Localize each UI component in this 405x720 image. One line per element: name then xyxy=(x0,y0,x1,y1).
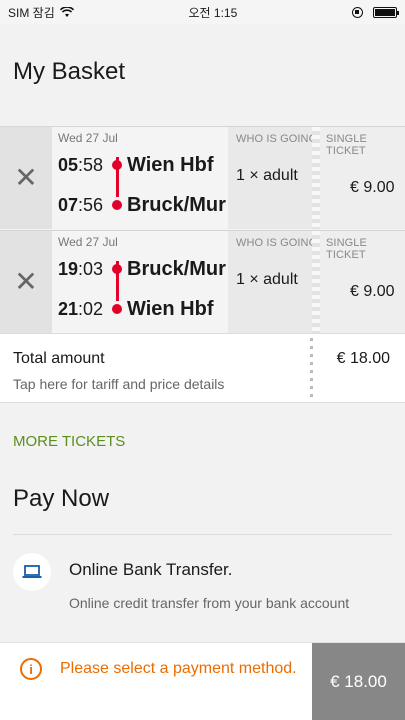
arrival-station: Bruck/Mur xyxy=(127,193,226,216)
ticket-card: ✕ Wed 27 Jul 19:03 Bruck/Mur 21:02 Wien … xyxy=(0,230,405,333)
remove-ticket-button[interactable]: ✕ xyxy=(0,127,52,229)
travel-date: Wed 27 Jul xyxy=(58,235,118,249)
battery-level xyxy=(375,8,395,16)
clock: 오전 1:15 xyxy=(188,5,238,20)
more-tickets-link[interactable]: MORE TICKETS xyxy=(0,403,405,467)
total-label: Total amount xyxy=(13,350,105,367)
checkout-footer: i Please select a payment method. € 18.0… xyxy=(0,642,405,720)
arrival-station: Wien Hbf xyxy=(127,297,214,320)
ticket-price: € 9.00 xyxy=(350,283,395,300)
passenger-info: WHO IS GOING 1 × adult xyxy=(228,127,312,229)
passenger-count: 1 × adult xyxy=(236,271,298,288)
total-amount-row[interactable]: Total amount Tap here for tariff and pri… xyxy=(0,333,405,403)
passenger-count: 1 × adult xyxy=(236,167,298,184)
tariff-details-link[interactable]: Tap here for tariff and price details xyxy=(13,376,392,392)
carrier-label: SIM 잠김 xyxy=(8,5,55,20)
ticket-type-header: SINGLE TICKET xyxy=(326,133,367,157)
route-line xyxy=(116,261,119,301)
ticket-type-header: SINGLE TICKET xyxy=(326,237,367,261)
journey-info: Wed 27 Jul 19:03 Bruck/Mur 21:02 Wien Hb… xyxy=(52,231,228,333)
ticket-price-info: SINGLE TICKET € 9.00 xyxy=(320,127,405,229)
who-header: WHO IS GOING xyxy=(236,237,312,249)
payment-option-bank-transfer[interactable]: Online Bank Transfer. Online credit tran… xyxy=(0,535,405,637)
page-title: My Basket xyxy=(13,58,126,85)
passenger-info: WHO IS GOING 1 × adult xyxy=(228,231,312,333)
payment-option-title: Online Bank Transfer. xyxy=(69,560,233,579)
info-icon: i xyxy=(20,658,42,680)
remove-ticket-button[interactable]: ✕ xyxy=(0,231,52,333)
ticket-price: € 9.00 xyxy=(350,179,395,196)
departure-station: Wien Hbf xyxy=(127,153,214,176)
departure-time: 19:03 xyxy=(58,258,104,279)
payment-warning: i Please select a payment method. xyxy=(0,643,312,720)
total-amount-value: € 18.00 xyxy=(336,350,390,367)
ticket-price-info: SINGLE TICKET € 9.00 xyxy=(320,231,405,333)
route-dot xyxy=(112,200,122,210)
warning-text: Please select a payment method. xyxy=(60,660,297,677)
travel-date: Wed 27 Jul xyxy=(58,131,118,145)
rotation-lock-icon xyxy=(352,6,363,18)
wifi-icon xyxy=(59,6,74,17)
route-dot xyxy=(112,304,122,314)
close-icon: ✕ xyxy=(14,161,38,194)
ticket-perforation xyxy=(312,231,320,333)
ticket-perforation xyxy=(312,127,320,229)
arrival-time: 07:56 xyxy=(58,194,104,215)
departure-time: 05:58 xyxy=(58,154,104,175)
route-line xyxy=(116,157,119,197)
status-bar: SIM 잠김 오전 1:15 xyxy=(0,0,405,24)
arrival-time: 21:02 xyxy=(58,298,104,319)
pay-now-heading: Pay Now xyxy=(13,485,110,512)
payment-option-description: Online credit transfer from your bank ac… xyxy=(69,595,350,611)
departure-station: Bruck/Mur xyxy=(127,257,226,280)
battery-icon xyxy=(373,6,399,18)
perforation-divider xyxy=(310,338,313,400)
who-header: WHO IS GOING xyxy=(236,133,312,145)
ticket-card: ✕ Wed 27 Jul 05:58 Wien Hbf 07:56 Bruck/… xyxy=(0,126,405,229)
laptop-icon xyxy=(13,553,51,591)
journey-info: Wed 27 Jul 05:58 Wien Hbf 07:56 Bruck/Mu… xyxy=(52,127,228,229)
close-icon: ✕ xyxy=(14,265,38,298)
pay-button[interactable]: € 18.00 xyxy=(312,643,405,720)
